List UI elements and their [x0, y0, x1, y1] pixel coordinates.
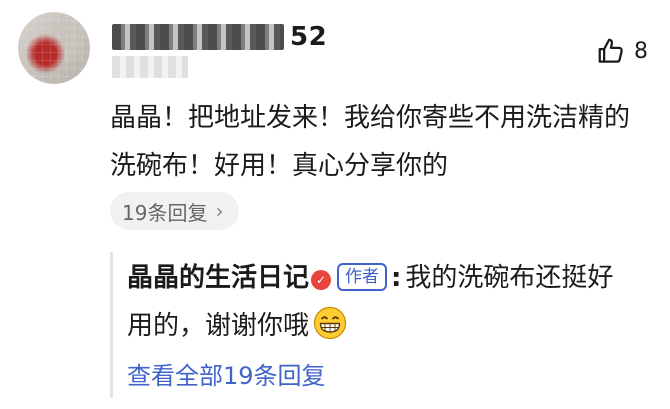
- reply-item: 晶晶的生活日记 ✓ 作者: 我的洗碗布还挺好用的，谢谢你哦: [127, 254, 627, 350]
- replies-button[interactable]: 19条回复 ›: [110, 192, 240, 230]
- avatar[interactable]: [18, 12, 90, 84]
- username-visible-suffix: 52: [290, 22, 328, 52]
- reply-count-label: 19条回复: [122, 200, 208, 225]
- username[interactable]: 52: [112, 20, 362, 54]
- verified-badge-icon: ✓: [311, 270, 332, 290]
- comment-text: 晶晶！把地址发来！我给你寄些不用洗洁精的洗碗布！好用！真心分享你的: [110, 103, 631, 181]
- reply-separator: :: [391, 263, 402, 293]
- like-count: 8: [634, 38, 648, 64]
- reply-author-name[interactable]: 晶晶的生活日记: [127, 263, 309, 293]
- blurred-user-info: [112, 56, 188, 78]
- view-all-replies-link[interactable]: 查看全部19条回复: [127, 356, 326, 391]
- reply-thread: 晶晶的生活日记 ✓ 作者: 我的洗碗布还挺好用的，谢谢你哦 查看全部19条回复: [110, 252, 653, 398]
- grinning-face-icon: [313, 306, 347, 340]
- author-tag: 作者: [337, 263, 388, 291]
- thumbs-up-icon: [598, 38, 623, 63]
- like-button[interactable]: 8: [596, 36, 648, 66]
- chevron-right-icon: ›: [215, 199, 224, 223]
- blurred-username: [112, 24, 284, 50]
